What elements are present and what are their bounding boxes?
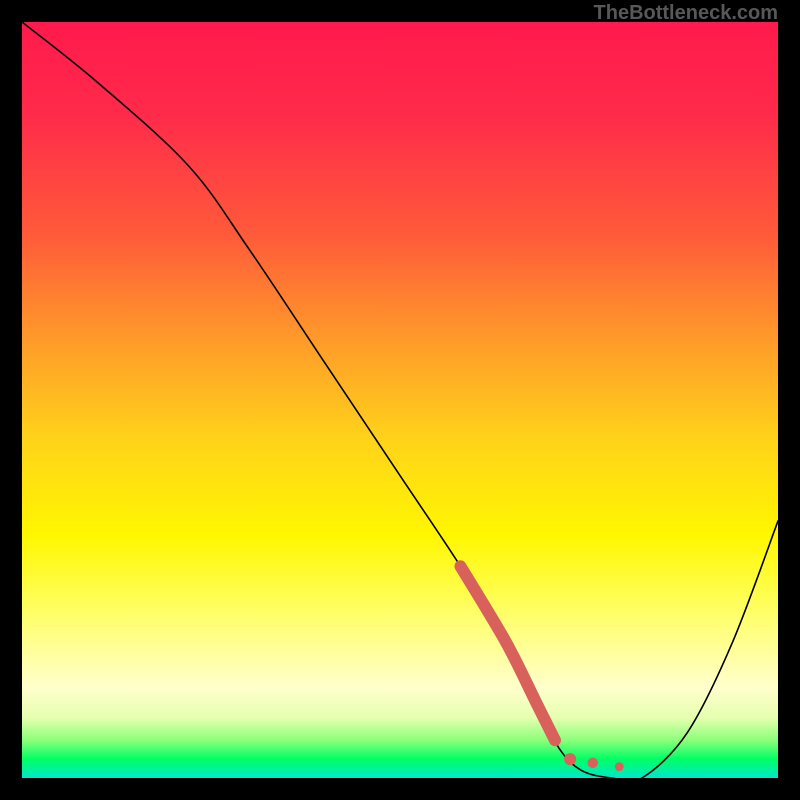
highlight-dot [588, 758, 598, 768]
highlight-dots [564, 753, 624, 771]
chart-svg [22, 22, 778, 778]
plot-area [22, 22, 778, 778]
curve-line [22, 22, 778, 778]
highlight-segment [460, 566, 554, 740]
highlight-dot [615, 762, 624, 771]
highlight-dot [564, 753, 576, 765]
chart-frame: TheBottleneck.com [0, 0, 800, 800]
